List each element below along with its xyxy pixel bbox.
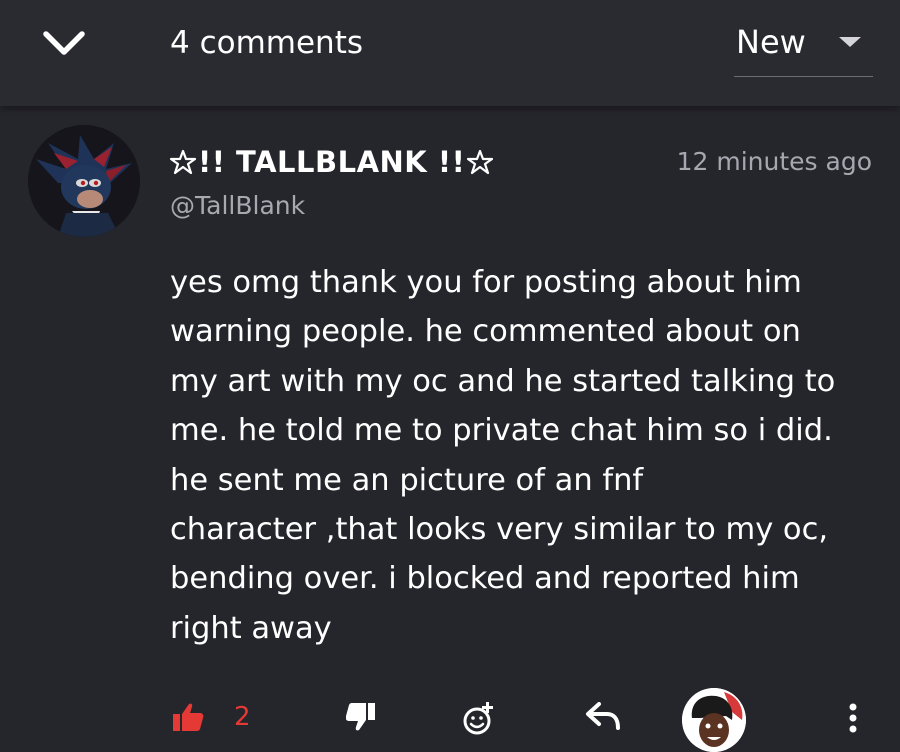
thumbs-up-icon (173, 703, 204, 731)
reply-arrow-icon (586, 702, 620, 730)
comments-count-title: 4 comments (170, 25, 364, 61)
author-handle[interactable]: @TallBlank (170, 188, 305, 224)
like-count: 2 (234, 702, 251, 732)
comment-line: bending over. i blocked and reported him (170, 561, 800, 597)
comment-text: yes omg thank you for posting about him … (170, 258, 885, 653)
thumbs-down-icon (346, 703, 375, 731)
add-reaction-button[interactable] (462, 702, 496, 736)
caret-down-icon (839, 37, 861, 47)
comments-header: 4 comments New (0, 0, 900, 106)
comment-line: warning people. he commented about on (170, 314, 801, 350)
comment-timestamp: 12 minutes ago (676, 147, 872, 176)
replier-avatar[interactable] (682, 688, 746, 752)
comment-line: me. he told me to private chat him so i … (170, 413, 833, 449)
comment-line: right away (170, 610, 332, 646)
author-display-name: !! TALLBLANK !! (198, 145, 466, 179)
reply-button[interactable] (585, 702, 621, 730)
more-options-button[interactable] (846, 702, 860, 734)
add-emoji-icon (463, 702, 493, 735)
author-name-row[interactable]: !! TALLBLANK !! (170, 142, 494, 182)
replier-avatar-image (682, 688, 746, 752)
like-button[interactable]: 2 (172, 702, 251, 732)
comment-line: yes omg thank you for posting about him (170, 265, 802, 300)
comment-actions: 2 (0, 688, 900, 752)
pentagram-star-icon (467, 149, 494, 175)
pentagram-star-icon (170, 149, 196, 175)
author-avatar[interactable] (28, 125, 140, 237)
dislike-button[interactable] (346, 702, 376, 732)
sort-selected-value: New (736, 23, 806, 61)
comment-line: my art with my oc and he started talking… (170, 363, 836, 399)
comment-line: he sent me an picture of an fnf (170, 462, 644, 498)
comment-line: character ,that looks very similar to my… (170, 512, 829, 548)
sort-dropdown[interactable]: New (734, 12, 873, 77)
collapse-comments-button[interactable] (38, 22, 90, 64)
chevron-down-icon (43, 31, 85, 55)
more-vertical-icon (849, 703, 857, 733)
avatar-image (28, 125, 140, 237)
